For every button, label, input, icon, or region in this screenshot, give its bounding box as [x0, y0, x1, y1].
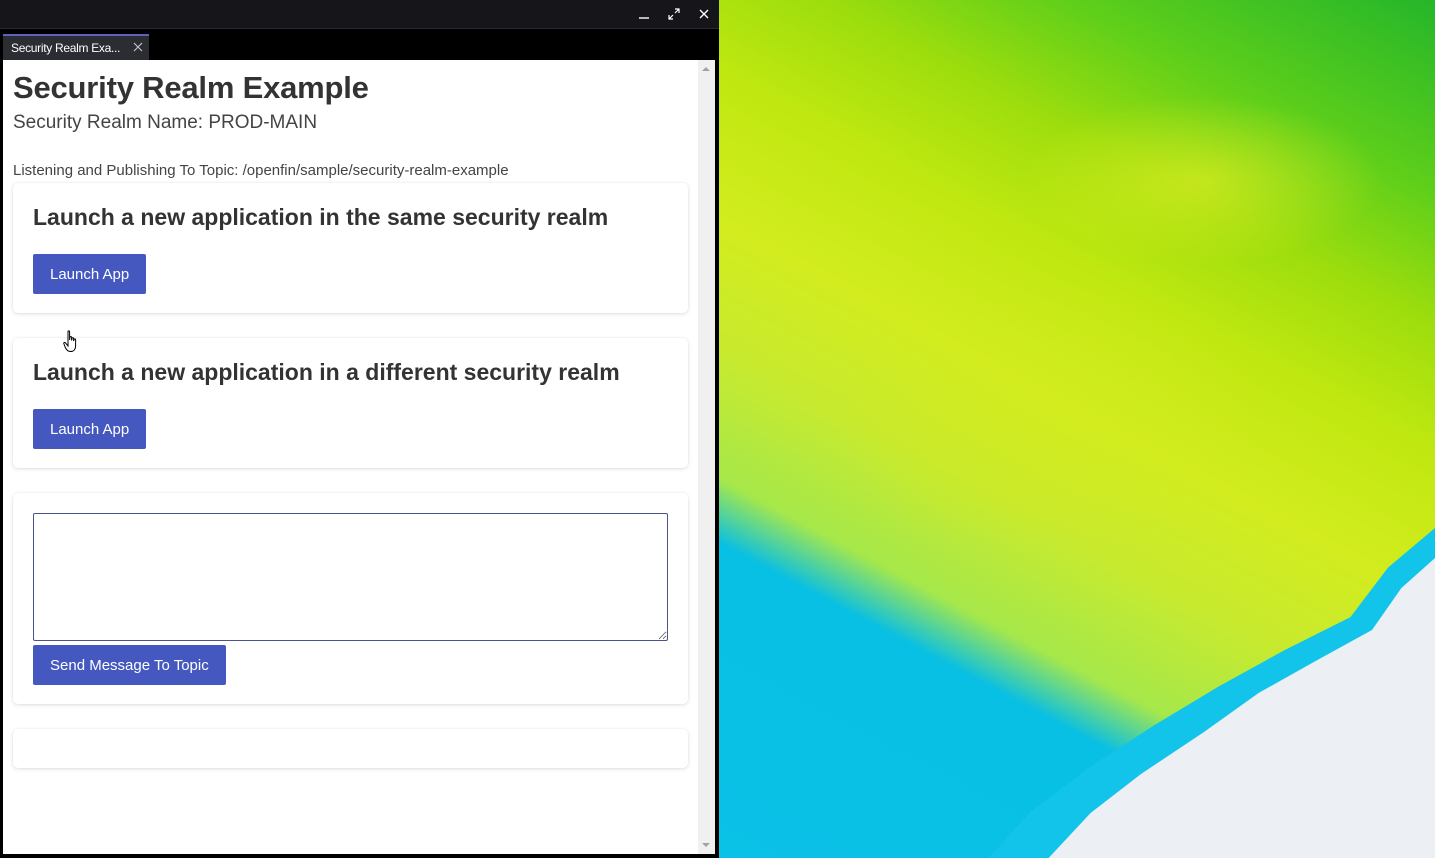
send-message-button[interactable]: Send Message To Topic — [33, 645, 226, 685]
page-title: Security Realm Example — [13, 70, 369, 105]
tab-strip: Security Realm Exa... — [0, 29, 719, 60]
scroll-down-arrow[interactable] — [702, 843, 710, 847]
maximize-icon — [668, 8, 680, 20]
launch-app-different-realm-button[interactable]: Launch App — [33, 409, 147, 449]
app-window: Security Realm Exa... Security Realm Exa… — [0, 0, 719, 858]
card-heading: Launch a new application in a different … — [33, 359, 620, 385]
tab-close-button[interactable] — [133, 41, 143, 55]
tab-security-realm-example[interactable]: Security Realm Exa... — [3, 34, 149, 60]
minimize-button[interactable] — [632, 3, 656, 25]
topic-line: Listening and Publishing To Topic: /open… — [13, 162, 509, 179]
card-same-realm: Launch a new application in the same sec… — [13, 183, 688, 313]
card-heading: Launch a new application in the same sec… — [33, 204, 609, 230]
minimize-icon — [639, 17, 649, 19]
vertical-scrollbar[interactable] — [698, 60, 715, 854]
card-message: Send Message To Topic — [13, 493, 688, 704]
close-button[interactable] — [692, 3, 716, 25]
window-titlebar[interactable] — [0, 0, 719, 29]
message-textarea[interactable] — [33, 513, 668, 641]
close-icon — [133, 42, 143, 52]
maximize-button[interactable] — [662, 3, 686, 25]
card-different-realm: Launch a new application in a different … — [13, 338, 688, 468]
scroll-up-arrow[interactable] — [702, 67, 710, 71]
window-border-bottom — [0, 854, 719, 858]
realm-name: Security Realm Name: PROD-MAIN — [13, 112, 318, 133]
launch-app-same-realm-button[interactable]: Launch App — [33, 254, 147, 294]
card-messages-output — [13, 729, 688, 768]
tab-label: Security Realm Exa... — [11, 41, 121, 55]
page-content: Security Realm Example Security Realm Na… — [3, 60, 698, 854]
close-icon — [699, 9, 709, 19]
window-border-right — [715, 60, 719, 858]
